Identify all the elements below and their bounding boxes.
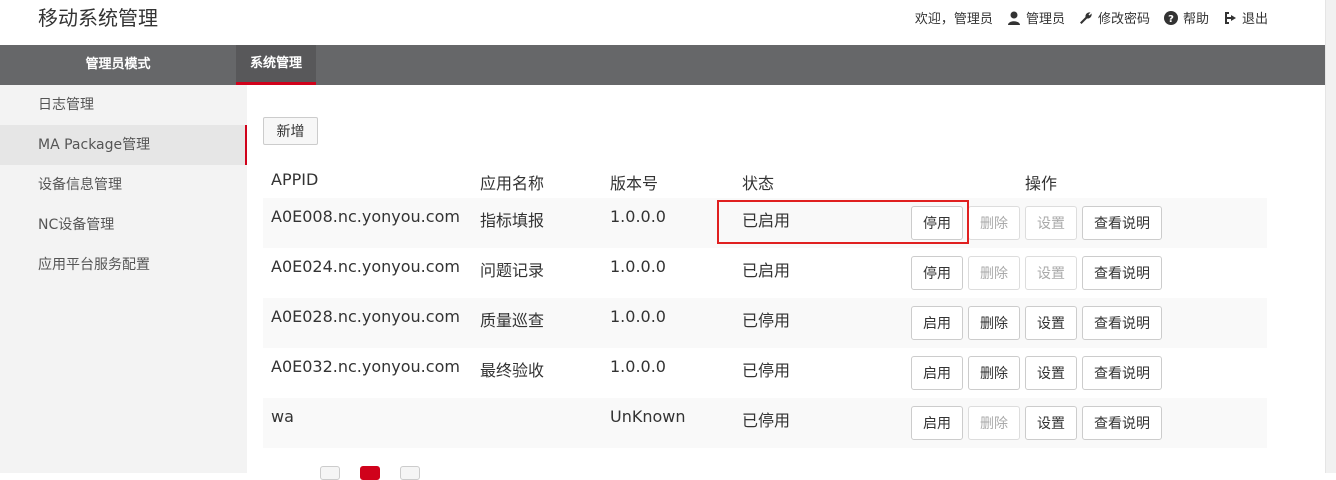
delete-button: 删除 [968, 256, 1020, 290]
cell-appid: A0E024.nc.yonyou.com [271, 257, 460, 276]
cell-appid: A0E008.nc.yonyou.com [271, 207, 460, 226]
table-row: A0E008.nc.yonyou.com 指标填报 1.0.0.0 已启用 停用… [263, 198, 1267, 248]
header-appid: APPID [271, 170, 319, 189]
cell-status: 已启用 [742, 211, 791, 230]
header-version: 版本号 [610, 174, 659, 193]
cell-version: 1.0.0.0 [610, 257, 666, 276]
cell-status: 已停用 [742, 361, 791, 380]
delete-button: 删除 [968, 206, 1020, 240]
cell-version: 1.0.0.0 [610, 357, 666, 376]
delete-button[interactable]: 删除 [968, 356, 1020, 390]
row-actions: 启用 删除 设置 查看说明 [911, 306, 1162, 340]
cell-status: 已启用 [742, 261, 791, 280]
add-button[interactable]: 新增 [263, 117, 318, 145]
settings-button: 设置 [1025, 256, 1077, 290]
page-current-button[interactable] [360, 466, 380, 480]
toggle-button[interactable]: 启用 [911, 406, 963, 440]
settings-button[interactable]: 设置 [1025, 406, 1077, 440]
cell-name: 指标填报 [480, 211, 545, 230]
row-actions: 启用 删除 设置 查看说明 [911, 356, 1162, 390]
user-icon [1007, 11, 1020, 25]
sidebar-item-log[interactable]: 日志管理 [0, 85, 247, 125]
user-link[interactable]: 管理员 [1007, 8, 1065, 27]
toggle-button[interactable]: 停用 [911, 256, 963, 290]
cell-name: 问题记录 [480, 261, 545, 280]
page-prev-button[interactable] [320, 466, 340, 480]
settings-button[interactable]: 设置 [1025, 356, 1077, 390]
view-docs-button[interactable]: 查看说明 [1082, 306, 1162, 340]
table-row: A0E032.nc.yonyou.com 最终验收 1.0.0.0 已停用 启用… [263, 348, 1267, 398]
wrench-icon [1079, 11, 1092, 24]
logout-link[interactable]: 退出 [1223, 8, 1268, 27]
logout-icon [1224, 11, 1236, 24]
top-links: 欢迎，管理员 管理员 修改密码 ? 帮助 退出 [915, 8, 1268, 27]
pagination [320, 466, 420, 480]
cell-version: UnKnown [610, 407, 686, 426]
sidebar-item-device-info[interactable]: 设备信息管理 [0, 165, 247, 205]
cell-appid: A0E028.nc.yonyou.com [271, 307, 460, 326]
sidebar-item-ma-package[interactable]: MA Package管理 [0, 125, 247, 165]
header-status: 状态 [742, 174, 775, 193]
cell-name: 质量巡查 [480, 311, 545, 330]
view-docs-button[interactable]: 查看说明 [1082, 206, 1162, 240]
package-table: APPID 应用名称 版本号 状态 操作 A0E008.nc.yonyou.co… [263, 160, 1267, 448]
cell-appid: wa [271, 407, 294, 426]
row-actions: 停用 删除 设置 查看说明 [911, 256, 1162, 290]
sidebar: 日志管理 MA Package管理 设备信息管理 NC设备管理 应用平台服务配置 [0, 85, 247, 473]
user-link-label: 管理员 [1025, 12, 1065, 27]
app-title: 移动系统管理 [38, 6, 158, 30]
logout-label: 退出 [1241, 12, 1268, 27]
change-password-label: 修改密码 [1097, 12, 1150, 27]
help-link[interactable]: ? 帮助 [1163, 8, 1209, 27]
table-row: wa UnKnown 已停用 启用 删除 设置 查看说明 [263, 398, 1267, 448]
help-label: 帮助 [1182, 12, 1209, 27]
header-name: 应用名称 [480, 174, 545, 193]
sidebar-item-nc-device[interactable]: NC设备管理 [0, 205, 247, 245]
view-docs-button[interactable]: 查看说明 [1082, 256, 1162, 290]
cell-version: 1.0.0.0 [610, 207, 666, 226]
delete-button: 删除 [968, 406, 1020, 440]
row-actions: 启用 删除 设置 查看说明 [911, 406, 1162, 440]
vertical-scrollbar[interactable] [1325, 0, 1336, 473]
view-docs-button[interactable]: 查看说明 [1082, 406, 1162, 440]
toggle-button[interactable]: 启用 [911, 356, 963, 390]
cell-status: 已停用 [742, 311, 791, 330]
table-row: A0E024.nc.yonyou.com 问题记录 1.0.0.0 已启用 停用… [263, 248, 1267, 298]
row-actions: 停用 删除 设置 查看说明 [911, 206, 1162, 240]
view-docs-button[interactable]: 查看说明 [1082, 356, 1162, 390]
settings-button[interactable]: 设置 [1025, 306, 1077, 340]
settings-button: 设置 [1025, 206, 1077, 240]
cell-version: 1.0.0.0 [610, 307, 666, 326]
main-navbar: 管理员模式 系统管理 [0, 45, 1325, 85]
toggle-button[interactable]: 停用 [911, 206, 963, 240]
toggle-button[interactable]: 启用 [911, 306, 963, 340]
cell-status: 已停用 [742, 411, 791, 430]
cell-name: 最终验收 [480, 361, 545, 380]
table-header: APPID 应用名称 版本号 状态 操作 [263, 160, 1267, 198]
page-next-button[interactable] [400, 466, 420, 480]
tab-admin-mode[interactable]: 管理员模式 [0, 45, 236, 85]
delete-button[interactable]: 删除 [968, 306, 1020, 340]
top-header: 移动系统管理 欢迎，管理员 管理员 修改密码 ? 帮助 退出 [0, 0, 1336, 45]
svg-text:?: ? [1168, 14, 1174, 25]
table-row: A0E028.nc.yonyou.com 质量巡查 1.0.0.0 已停用 启用… [263, 298, 1267, 348]
question-icon: ? [1163, 10, 1178, 25]
welcome-text: 欢迎，管理员 [914, 12, 993, 27]
tab-system-management[interactable]: 系统管理 [236, 45, 316, 85]
sidebar-item-platform-service[interactable]: 应用平台服务配置 [0, 245, 247, 285]
header-ops: 操作 [1025, 174, 1058, 193]
cell-appid: A0E032.nc.yonyou.com [271, 357, 460, 376]
change-password-link[interactable]: 修改密码 [1079, 8, 1150, 27]
